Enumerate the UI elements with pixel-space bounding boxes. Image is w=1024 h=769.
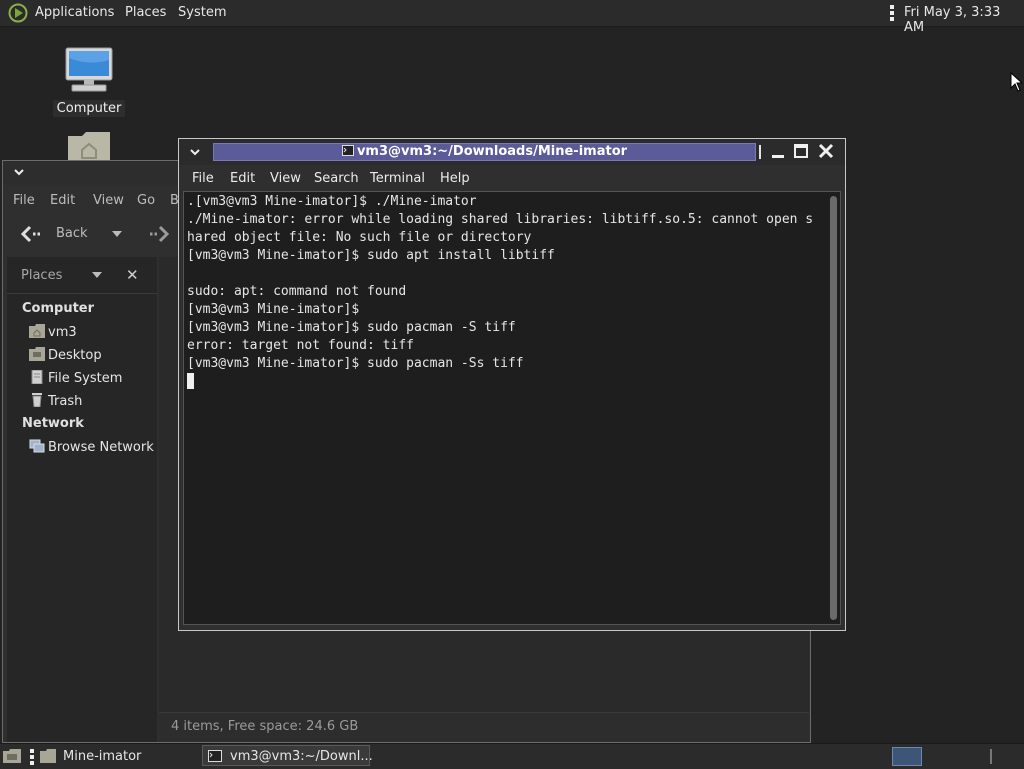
sidebar-item-file-system[interactable]: File System <box>29 370 122 388</box>
places-header: Places ✕ <box>7 257 157 294</box>
fm-menu-view[interactable]: View <box>93 193 124 208</box>
terminal-titlebar[interactable]: vm3@vm3:~/Downloads/Mine-imator <box>179 139 845 165</box>
maximize-icon[interactable] <box>794 144 808 158</box>
terminal-line: sudo: apt: command not found <box>187 284 407 299</box>
status-text: 4 items, Free space: 24.6 GB <box>171 719 359 734</box>
folder-icon <box>40 749 56 763</box>
trash-icon <box>32 393 42 407</box>
terminal-cursor-line <box>187 373 827 391</box>
terminal-menubar: File Edit View Search Terminal Help <box>179 167 845 191</box>
places-selector[interactable]: Places <box>21 268 62 283</box>
sidebar-item-label: Trash <box>48 394 83 409</box>
computer-icon <box>65 47 113 92</box>
back-button[interactable]: Back <box>56 226 88 241</box>
sidebar-section-network: Network <box>22 416 84 431</box>
terminal-scrollbar[interactable] <box>830 196 837 620</box>
sidebar-item-label: Browse Network <box>48 440 154 455</box>
places-menu[interactable]: Places <box>125 5 166 20</box>
terminal-icon <box>208 750 222 762</box>
fm-menu-edit[interactable]: Edit <box>50 193 75 208</box>
titlebar-separator <box>759 145 761 159</box>
taskbar-task-file-manager[interactable]: Mine-imator <box>37 746 197 766</box>
panel-handle-icon[interactable] <box>29 748 35 765</box>
terminal-screen[interactable]: .[vm3@vm3 Mine-imator]$ ./Mine-imator ./… <box>183 191 841 625</box>
term-menu-terminal[interactable]: Terminal <box>370 171 425 186</box>
back-arrow-icon[interactable] <box>20 225 44 243</box>
show-desktop-icon[interactable] <box>2 748 22 764</box>
sidebar-item-trash[interactable]: Trash <box>29 393 82 411</box>
file-manager-statusbar: 4 items, Free space: 24.6 GB <box>159 712 809 741</box>
term-menu-search[interactable]: Search <box>314 171 359 186</box>
clock[interactable]: Fri May 3, 3:33 AM <box>904 5 1024 35</box>
close-icon[interactable] <box>818 143 834 159</box>
back-history-dropdown-icon[interactable] <box>112 230 122 238</box>
network-icon <box>29 439 45 453</box>
terminal-line: [vm3@vm3 Mine-imator]$ sudo pacman -S ti… <box>187 320 516 335</box>
term-menu-view[interactable]: View <box>270 171 301 186</box>
terminal-cursor <box>187 373 194 389</box>
terminal-line: .[vm3@vm3 Mine-imator]$ ./Mine-imator <box>187 194 477 209</box>
mouse-pointer-icon <box>1010 72 1022 92</box>
terminal-line: [vm3@vm3 Mine-imator]$ <box>187 302 360 317</box>
workspace-1[interactable] <box>892 747 922 766</box>
terminal-line: ./Mine-imator: error while loading share… <box>187 212 814 227</box>
desktop-computer-icon[interactable]: Computer <box>52 46 126 117</box>
drive-icon <box>31 370 43 384</box>
terminal-line: error: target not found: tiff <box>187 338 414 353</box>
term-menu-edit[interactable]: Edit <box>230 171 255 186</box>
fm-menu-go[interactable]: Go <box>137 193 155 208</box>
forward-arrow-icon[interactable] <box>147 225 171 243</box>
sidebar-item-label: File System <box>48 371 123 386</box>
terminal-window: vm3@vm3:~/Downloads/Mine-imator File Edi… <box>178 138 846 631</box>
taskbar-task-label: vm3@vm3:~/Downl... <box>230 749 373 764</box>
terminal-output: .[vm3@vm3 Mine-imator]$ ./Mine-imator ./… <box>187 193 827 391</box>
terminal-line: hared object file: No such file or direc… <box>187 230 532 245</box>
sidebar-item-browse-network[interactable]: Browse Network <box>29 439 154 457</box>
sidebar-section-computer: Computer <box>22 301 95 316</box>
terminal-title[interactable]: vm3@vm3:~/Downloads/Mine-imator <box>213 143 756 161</box>
desktop-computer-label: Computer <box>52 100 126 117</box>
fm-menu-file[interactable]: File <box>13 193 35 208</box>
workspace-2[interactable] <box>925 747 955 766</box>
window-menu-chevron-icon[interactable] <box>13 166 25 178</box>
desktop-folder-icon <box>29 347 45 361</box>
applications-menu[interactable]: Applications <box>35 5 114 20</box>
term-menu-file[interactable]: File <box>192 171 214 186</box>
taskbar-task-label: Mine-imator <box>63 749 142 764</box>
bottom-taskbar: Mine-imator vm3@vm3:~/Downl... <box>0 743 1024 769</box>
sidebar-item-label: vm3 <box>48 325 77 340</box>
sidebar-item-desktop[interactable]: Desktop <box>29 347 102 365</box>
term-menu-help[interactable]: Help <box>440 171 470 186</box>
system-menu[interactable]: System <box>178 5 226 20</box>
terminal-title-text: vm3@vm3:~/Downloads/Mine-imator <box>356 144 628 159</box>
home-folder-icon <box>29 324 45 338</box>
terminal-line: [vm3@vm3 Mine-imator]$ sudo apt install … <box>187 248 555 263</box>
top-panel: Applications Places System Fri May 3, 3:… <box>0 0 1024 35</box>
window-menu-chevron-icon[interactable] <box>189 146 201 158</box>
applications-logo-icon[interactable] <box>8 3 28 23</box>
places-dropdown-icon[interactable] <box>92 271 102 279</box>
sidebar-item-label: Desktop <box>48 348 102 363</box>
panel-handle-icon[interactable] <box>889 4 895 22</box>
terminal-line: [vm3@vm3 Mine-imator]$ sudo pacman -Ss t… <box>187 356 524 371</box>
home-folder-icon <box>68 132 110 162</box>
file-manager-sidebar: Places ✕ Computer vm3 Desktop File Syste… <box>7 257 157 742</box>
panel-handle-icon[interactable] <box>990 749 992 764</box>
sidebar-item-vm3[interactable]: vm3 <box>29 324 77 342</box>
close-sidebar-icon[interactable]: ✕ <box>126 266 139 284</box>
terminal-icon <box>341 145 354 156</box>
taskbar-task-terminal[interactable]: vm3@vm3:~/Downl... <box>202 745 373 766</box>
minimize-icon[interactable] <box>771 145 785 159</box>
